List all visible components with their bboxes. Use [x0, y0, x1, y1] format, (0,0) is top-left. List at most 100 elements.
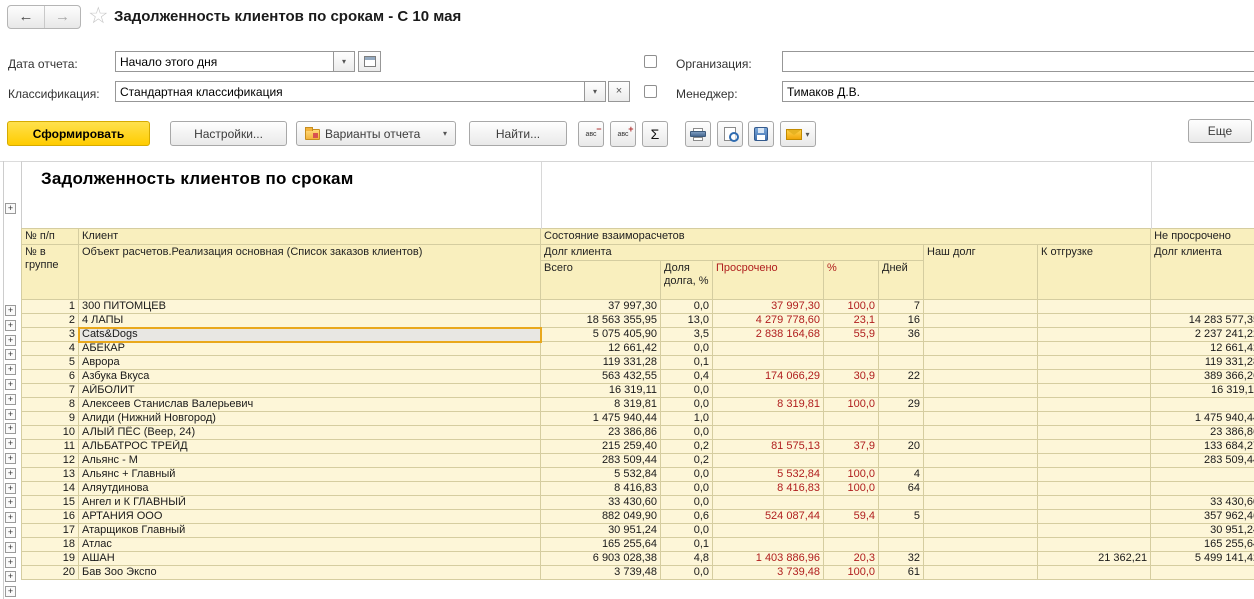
cell-overdue[interactable]: 3 739,48	[713, 566, 824, 580]
cell-num[interactable]: 15	[22, 496, 79, 510]
cell-num[interactable]: 3	[22, 328, 79, 342]
cell-our-debt[interactable]	[924, 482, 1038, 496]
cell-to-ship[interactable]	[1038, 356, 1151, 370]
cell-num[interactable]: 2	[22, 314, 79, 328]
cell-to-ship[interactable]	[1038, 496, 1151, 510]
cell-pct[interactable]	[824, 496, 879, 510]
cell-client[interactable]: 300 ПИТОМЦЕВ	[79, 300, 541, 314]
cell-pct[interactable]	[824, 538, 879, 552]
cell-total[interactable]: 165 255,64	[541, 538, 661, 552]
cell-client[interactable]: 4 ЛАПЫ	[79, 314, 541, 328]
cell-overdue[interactable]: 524 087,44	[713, 510, 824, 524]
expand-group-button[interactable]: +	[5, 423, 16, 434]
cell-our-debt[interactable]	[924, 384, 1038, 398]
cell-our-debt[interactable]	[924, 328, 1038, 342]
cell-share[interactable]: 0,4	[661, 370, 713, 384]
organization-input[interactable]	[782, 51, 1254, 72]
cell-total[interactable]: 37 997,30	[541, 300, 661, 314]
cell-overdue[interactable]	[713, 496, 824, 510]
cell-num[interactable]: 11	[22, 440, 79, 454]
cell-total[interactable]: 8 416,83	[541, 482, 661, 496]
cell-days[interactable]	[879, 412, 924, 426]
classification-clear-button[interactable]: ×	[608, 81, 630, 102]
organization-checkbox[interactable]	[644, 55, 657, 68]
cell-days[interactable]: 64	[879, 482, 924, 496]
cell-not-overdue[interactable]	[1151, 468, 1254, 482]
cell-share[interactable]: 4,8	[661, 552, 713, 566]
cell-num[interactable]: 17	[22, 524, 79, 538]
cell-days[interactable]	[879, 538, 924, 552]
cell-client[interactable]: Атарщиков Главный	[79, 524, 541, 538]
cell-not-overdue[interactable]: 133 684,27	[1151, 440, 1254, 454]
settings-button[interactable]: Настройки...	[170, 121, 287, 146]
cell-total[interactable]: 33 430,60	[541, 496, 661, 510]
expand-group-button[interactable]: +	[5, 394, 16, 405]
cell-total[interactable]: 12 661,42	[541, 342, 661, 356]
cell-to-ship[interactable]	[1038, 328, 1151, 342]
cell-overdue[interactable]: 8 319,81	[713, 398, 824, 412]
cell-share[interactable]: 0,0	[661, 342, 713, 356]
cell-to-ship[interactable]	[1038, 384, 1151, 398]
cell-overdue[interactable]: 4 279 778,60	[713, 314, 824, 328]
expand-group-button[interactable]: +	[5, 349, 16, 360]
cell-days[interactable]	[879, 384, 924, 398]
send-email-button[interactable]: ▾	[780, 121, 816, 147]
cell-num[interactable]: 7	[22, 384, 79, 398]
cell-days[interactable]	[879, 524, 924, 538]
cell-num[interactable]: 16	[22, 510, 79, 524]
cell-overdue[interactable]	[713, 342, 824, 356]
cell-pct[interactable]: 100,0	[824, 398, 879, 412]
cell-overdue[interactable]: 174 066,29	[713, 370, 824, 384]
cell-total[interactable]: 6 903 028,38	[541, 552, 661, 566]
cell-pct[interactable]	[824, 356, 879, 370]
expand-group-button[interactable]: +	[5, 320, 16, 331]
cell-days[interactable]: 4	[879, 468, 924, 482]
cell-share[interactable]: 0,2	[661, 454, 713, 468]
cell-pct[interactable]: 100,0	[824, 468, 879, 482]
cell-client[interactable]: Альянс - М	[79, 454, 541, 468]
cell-share[interactable]: 3,5	[661, 328, 713, 342]
cell-client[interactable]: Ангел и К ГЛАВНЫЙ	[79, 496, 541, 510]
cell-share[interactable]: 0,0	[661, 426, 713, 440]
cell-not-overdue[interactable]: 14 283 577,35	[1151, 314, 1254, 328]
cell-total[interactable]: 563 432,55	[541, 370, 661, 384]
cell-share[interactable]: 0,0	[661, 300, 713, 314]
cell-client[interactable]: АШАН	[79, 552, 541, 566]
cell-overdue[interactable]	[713, 524, 824, 538]
cell-share[interactable]: 13,0	[661, 314, 713, 328]
cell-num[interactable]: 6	[22, 370, 79, 384]
cell-pct[interactable]: 55,9	[824, 328, 879, 342]
cell-pct[interactable]	[824, 426, 879, 440]
cell-days[interactable]: 7	[879, 300, 924, 314]
cell-total[interactable]: 1 475 940,44	[541, 412, 661, 426]
cell-pct[interactable]: 59,4	[824, 510, 879, 524]
print-preview-button[interactable]	[717, 121, 743, 147]
cell-to-ship[interactable]	[1038, 342, 1151, 356]
cell-overdue[interactable]: 5 532,84	[713, 468, 824, 482]
cell-client[interactable]: Бав Зоо Экспо	[79, 566, 541, 580]
cell-client[interactable]: Аврора	[79, 356, 541, 370]
cell-overdue[interactable]	[713, 538, 824, 552]
manager-input[interactable]	[782, 81, 1254, 102]
expand-group-button[interactable]: +	[5, 497, 16, 508]
cell-num[interactable]: 18	[22, 538, 79, 552]
cell-to-ship[interactable]	[1038, 398, 1151, 412]
cell-client[interactable]: Альянс + Главный	[79, 468, 541, 482]
cell-total[interactable]: 8 319,81	[541, 398, 661, 412]
expand-group-button[interactable]: +	[5, 379, 16, 390]
cell-num[interactable]: 1	[22, 300, 79, 314]
cell-not-overdue[interactable]: 357 962,46	[1151, 510, 1254, 524]
cell-pct[interactable]: 37,9	[824, 440, 879, 454]
cell-to-ship[interactable]	[1038, 440, 1151, 454]
cell-pct[interactable]: 100,0	[824, 566, 879, 580]
cell-pct[interactable]	[824, 384, 879, 398]
save-button[interactable]	[748, 121, 774, 147]
cell-to-ship[interactable]	[1038, 482, 1151, 496]
cell-share[interactable]: 0,6	[661, 510, 713, 524]
cell-share[interactable]: 0,2	[661, 440, 713, 454]
forward-button[interactable]: →	[44, 6, 80, 28]
cell-days[interactable]: 61	[879, 566, 924, 580]
expand-group-button[interactable]: +	[5, 586, 16, 597]
cell-overdue[interactable]	[713, 356, 824, 370]
report-variants-button[interactable]: Варианты отчета ▾	[296, 121, 456, 146]
